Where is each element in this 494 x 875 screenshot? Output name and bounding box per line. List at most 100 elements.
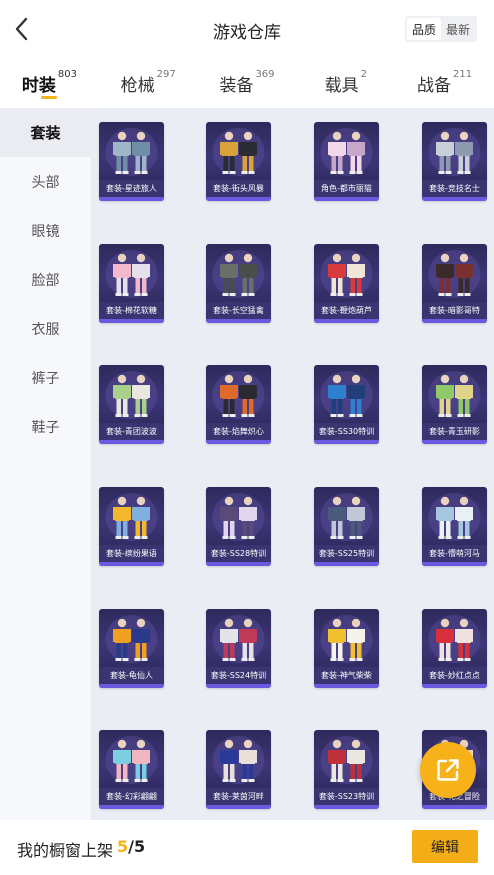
outfit-name: 套装-神气柴柴 xyxy=(314,667,379,684)
quality-bar xyxy=(314,440,379,444)
quality-bar xyxy=(314,319,379,323)
quality-bar xyxy=(422,319,487,323)
outfit-thumbnail xyxy=(320,128,373,176)
edit-button[interactable]: 编辑 xyxy=(412,830,478,863)
outfit-thumbnail xyxy=(320,736,373,784)
outfit-name: 套装-妙红点点 xyxy=(422,667,487,684)
quality-bar xyxy=(206,684,271,688)
tab-label: 时装 xyxy=(21,76,56,96)
outfit-name: 套装-幻彩翩翩 xyxy=(99,788,164,805)
outfit-thumbnail xyxy=(428,128,481,176)
quality-bar xyxy=(99,440,164,444)
tab-label: 载具 xyxy=(324,76,359,96)
outfit-name: 套装-SS24特训 xyxy=(206,667,271,684)
outfit-card[interactable]: 套装-青玉研影 xyxy=(422,365,487,444)
outfit-card[interactable]: 套装-懵萌河马 xyxy=(422,487,487,566)
outfit-thumbnail xyxy=(428,615,481,663)
outfit-name: 套装-龟仙人 xyxy=(99,667,164,684)
quality-bar xyxy=(422,684,487,688)
outfit-card[interactable]: 套装-鞭炮葫芦 xyxy=(314,244,379,323)
outfit-thumbnail xyxy=(320,615,373,663)
outfit-card[interactable]: 套装-街头风暴 xyxy=(206,122,271,201)
tab-fashion[interactable]: 时装 803 xyxy=(0,58,99,108)
quality-bar xyxy=(206,319,271,323)
outfit-card[interactable]: 套装-SS23特训 xyxy=(314,730,379,809)
sidebar-item-shoes[interactable]: 鞋子 xyxy=(0,402,91,451)
outfit-card[interactable]: 套装-棉花软糖 xyxy=(99,244,164,323)
sidebar-item-head[interactable]: 头部 xyxy=(0,157,91,206)
outfit-thumbnail xyxy=(105,736,158,784)
quality-bar xyxy=(99,197,164,201)
outfit-name: 角色-都市丽猫 xyxy=(314,180,379,197)
tab-guns[interactable]: 枪械 297 xyxy=(99,58,198,108)
outfit-card[interactable]: 套装-SS24特训 xyxy=(206,609,271,688)
outfit-name: 套装-街头风暴 xyxy=(206,180,271,197)
sidebar-item-outfit[interactable]: 套装 xyxy=(0,108,91,157)
bottom-bar: 我的橱窗上架 5 /5 编辑 xyxy=(0,820,494,875)
outfit-card[interactable]: 套装-SS30特训 xyxy=(314,365,379,444)
tab-label: 枪械 xyxy=(120,76,155,96)
outfit-name: 套装-青玉研影 xyxy=(422,423,487,440)
outfit-card[interactable]: 套装-神气柴柴 xyxy=(314,609,379,688)
showcase-label: 我的橱窗上架 xyxy=(17,841,114,860)
quality-bar xyxy=(99,562,164,566)
quality-bar xyxy=(206,805,271,809)
active-tab-indicator xyxy=(41,96,58,99)
outfit-card[interactable]: 套装-暗影哥特 xyxy=(422,244,487,323)
outfit-card[interactable]: 套装-青团波波 xyxy=(99,365,164,444)
outfit-card[interactable]: 套装-竞技名士 xyxy=(422,122,487,201)
outfit-thumbnail xyxy=(428,493,481,541)
outfit-thumbnail xyxy=(105,615,158,663)
outfit-card[interactable]: 套装-龟仙人 xyxy=(99,609,164,688)
outfit-name: 套装-SS23特训 xyxy=(314,788,379,805)
sidebar-item-glasses[interactable]: 眼镜 xyxy=(0,206,91,255)
quality-bar xyxy=(422,197,487,201)
top-bar: 游戏仓库 品质 最新 xyxy=(0,0,494,58)
outfit-card[interactable]: 套装-幻彩翩翩 xyxy=(99,730,164,809)
tab-count: 369 xyxy=(255,69,275,80)
outfit-card[interactable]: 套装-莱茵河畔 xyxy=(206,730,271,809)
quality-bar xyxy=(314,805,379,809)
outfit-card[interactable]: 套装-星迹旅人 xyxy=(99,122,164,201)
subcategory-sidebar: 套装 头部 眼镜 脸部 衣服 裤子 鞋子 xyxy=(0,108,91,820)
outfit-name: 套装-棉花软糖 xyxy=(99,302,164,319)
outfit-name: 套装-青团波波 xyxy=(99,423,164,440)
outfit-thumbnail xyxy=(212,736,265,784)
sort-toggle: 品质 最新 xyxy=(405,16,477,42)
sidebar-item-face[interactable]: 脸部 xyxy=(0,255,91,304)
outfit-card[interactable]: 套装-妙红点点 xyxy=(422,609,487,688)
outfit-thumbnail xyxy=(212,371,265,419)
outfit-thumbnail xyxy=(105,128,158,176)
outfit-name: 套装-星迹旅人 xyxy=(99,180,164,197)
outfit-card[interactable]: 套装-SS28特训 xyxy=(206,487,271,566)
outfit-card[interactable]: 套装-缤纷果语 xyxy=(99,487,164,566)
tab-combat-supplies[interactable]: 战备 211 xyxy=(395,58,494,108)
tab-count: 211 xyxy=(453,69,473,80)
outfit-card[interactable]: 角色-都市丽猫 xyxy=(314,122,379,201)
outfit-name: 套装-鞭炮葫芦 xyxy=(314,302,379,319)
outfit-name: 套装-焰舞炽心 xyxy=(206,423,271,440)
sidebar-item-pants[interactable]: 裤子 xyxy=(0,353,91,402)
sort-latest[interactable]: 最新 xyxy=(441,18,475,40)
quality-bar xyxy=(422,562,487,566)
outfit-card[interactable]: 套装-长空猛禽 xyxy=(206,244,271,323)
showcase-total: /5 xyxy=(128,837,146,856)
quality-bar xyxy=(99,319,164,323)
quality-bar xyxy=(422,440,487,444)
outfit-name: 套装-长空猛禽 xyxy=(206,302,271,319)
category-tabs: 时装 803 枪械 297 装备 369 载具 2 战备 211 xyxy=(0,58,494,108)
outfit-name: 套装-SS30特训 xyxy=(314,423,379,440)
sort-quality[interactable]: 品质 xyxy=(407,18,441,40)
tab-equipment[interactable]: 装备 369 xyxy=(198,58,297,108)
share-button[interactable] xyxy=(420,742,476,798)
sidebar-item-clothes[interactable]: 衣服 xyxy=(0,304,91,353)
tab-vehicles[interactable]: 载具 2 xyxy=(296,58,395,108)
tab-count: 297 xyxy=(156,69,176,80)
outfit-name: 套装-缤纷果语 xyxy=(99,545,164,562)
quality-bar xyxy=(206,562,271,566)
showcase-current: 5 xyxy=(117,837,129,856)
outfit-card[interactable]: 套装-SS25特训 xyxy=(314,487,379,566)
outfit-name: 套装-暗影哥特 xyxy=(422,302,487,319)
quality-bar xyxy=(422,805,487,809)
outfit-card[interactable]: 套装-焰舞炽心 xyxy=(206,365,271,444)
